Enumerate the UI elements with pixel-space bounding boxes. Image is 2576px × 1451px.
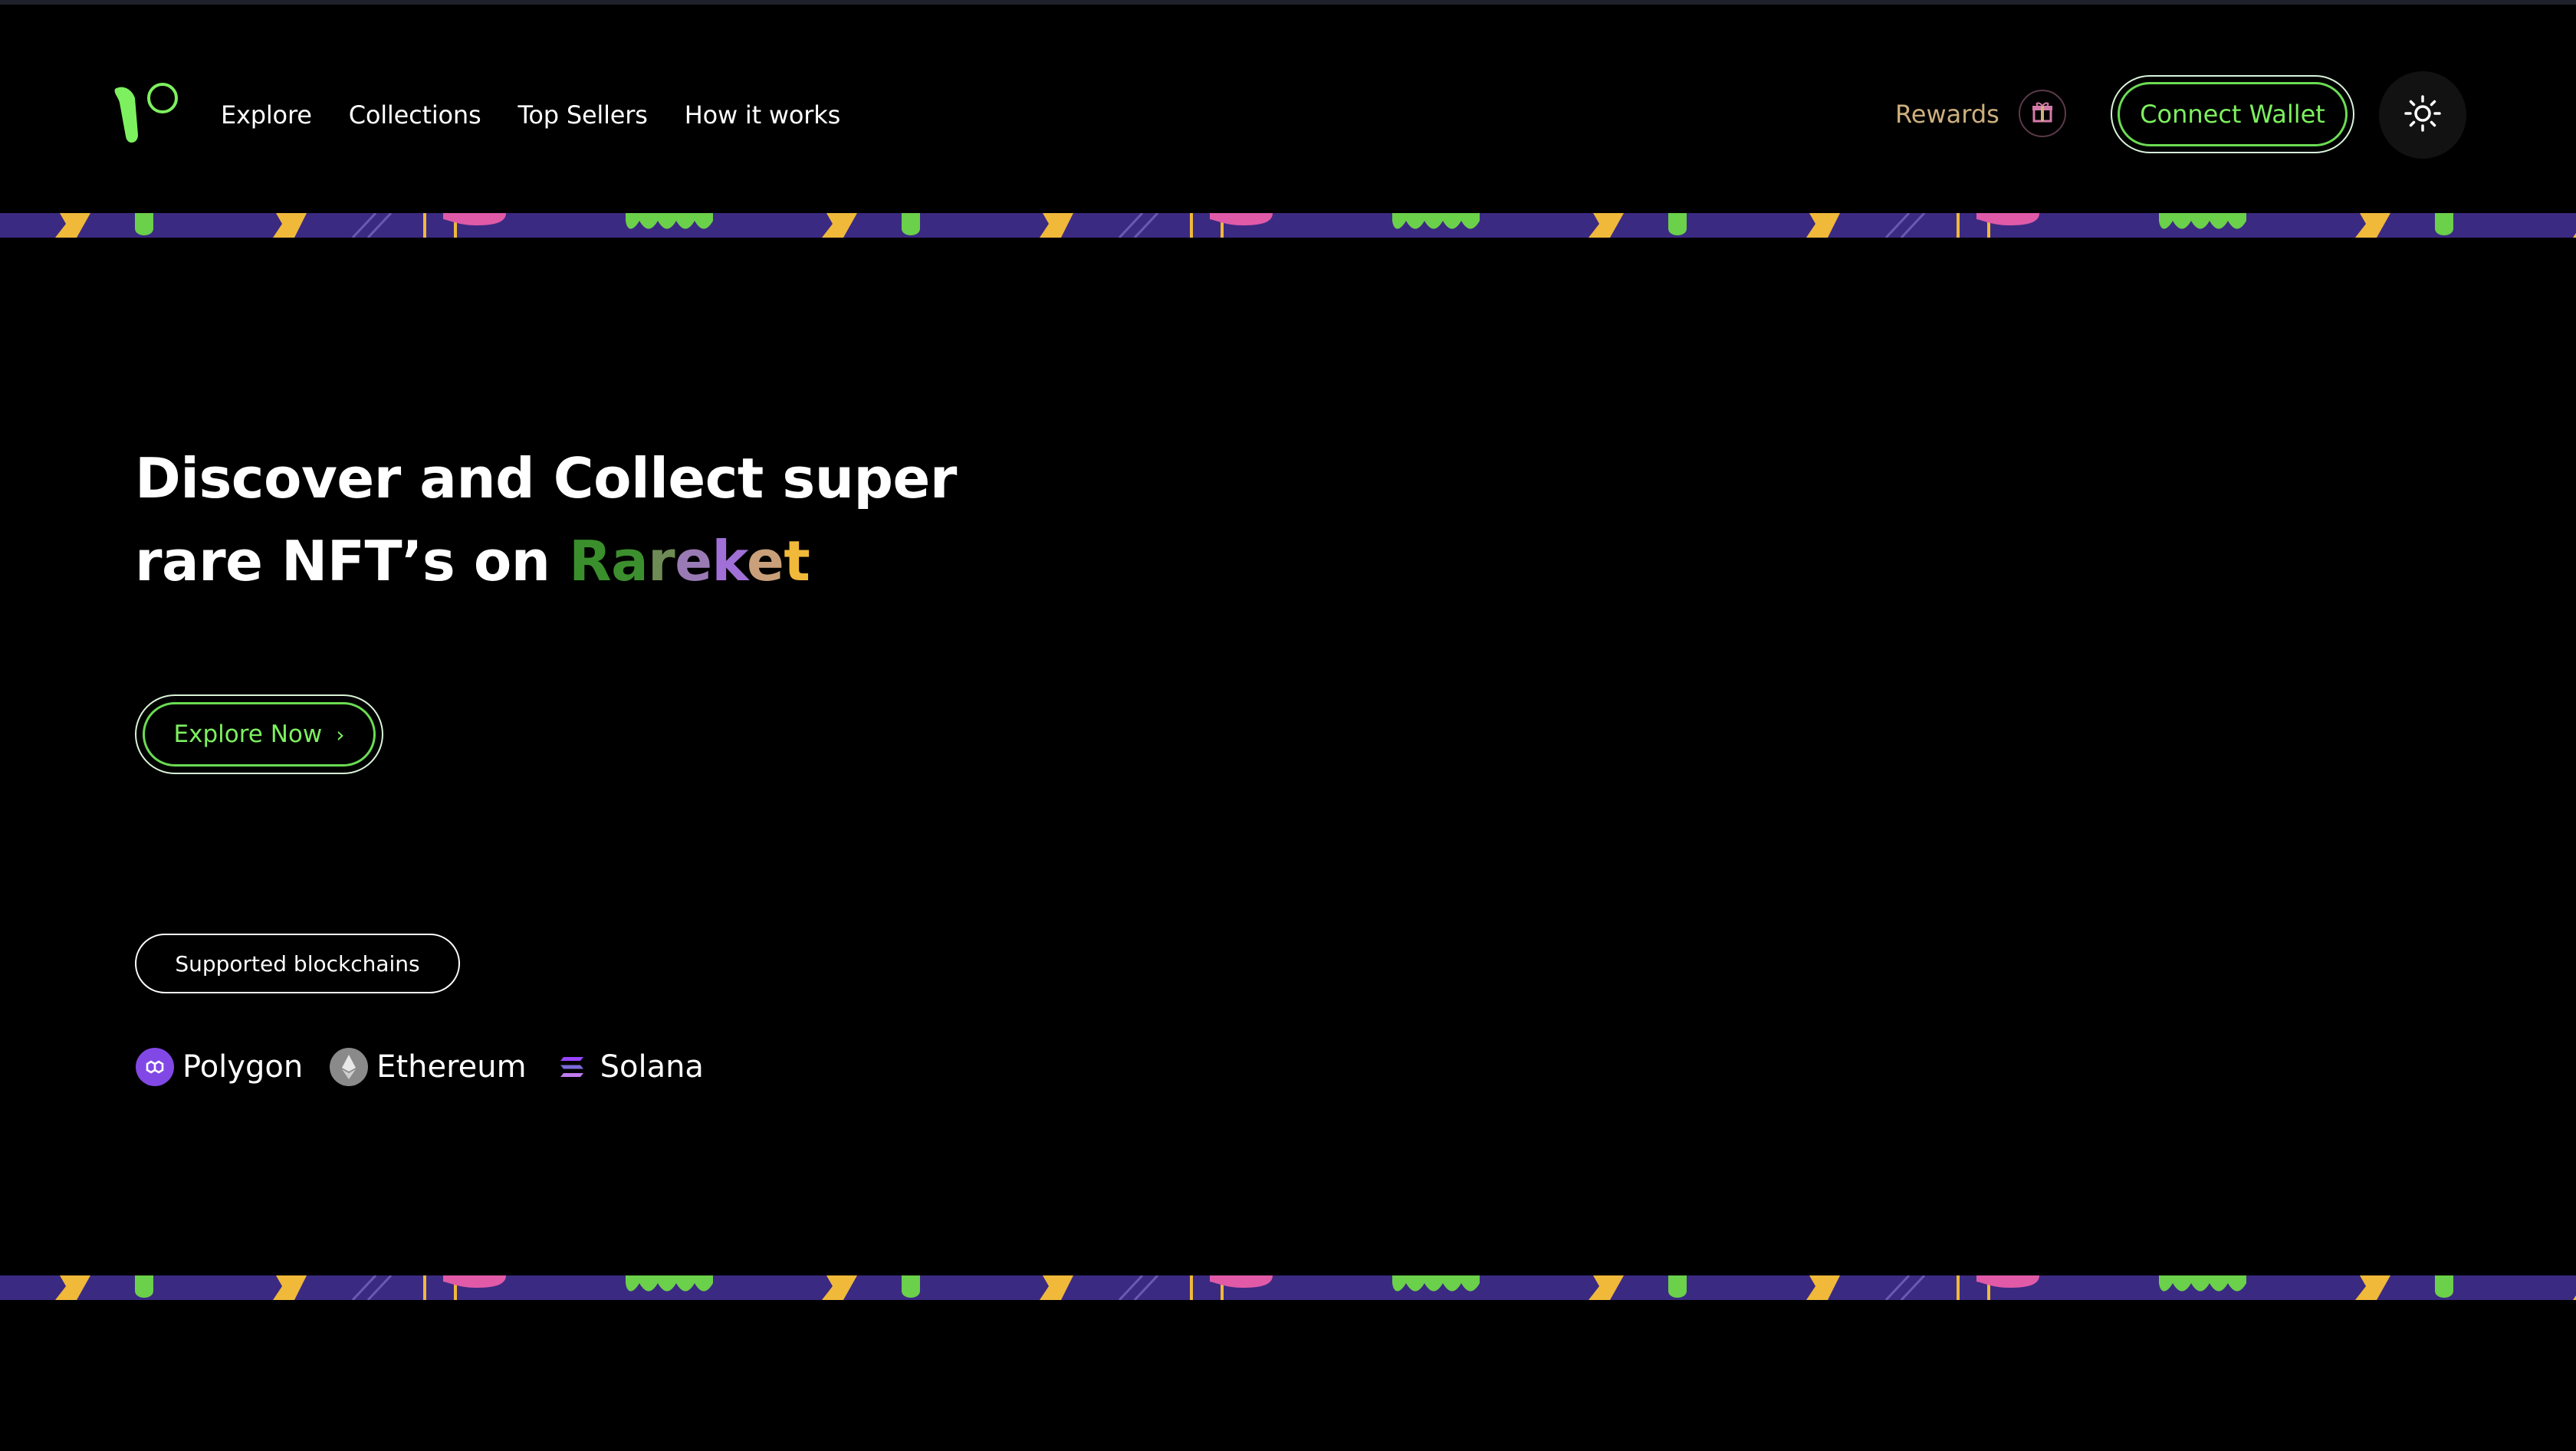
brand-letter: e: [675, 529, 712, 593]
main-nav: Explore Collections Top Sellers How it w…: [221, 98, 840, 132]
chain-solana: Solana: [553, 1047, 704, 1087]
blockchain-list: Polygon Ethereum Solana: [135, 1046, 704, 1088]
site-header: Explore Collections Top Sellers How it w…: [0, 5, 2576, 213]
hero-title-line2-prefix: rare NFT’s on: [135, 529, 570, 593]
solana-icon: [553, 1047, 593, 1087]
sun-icon: [2403, 94, 2443, 136]
explore-now-button[interactable]: Explore Now ›: [135, 694, 383, 774]
chain-solana-label: Solana: [600, 1049, 704, 1085]
supported-blockchains-badge: Supported blockchains: [135, 934, 460, 993]
chain-ethereum: Ethereum: [329, 1047, 527, 1087]
decorative-pattern-stripe-bottom: [0, 1275, 2576, 1300]
rewards-link[interactable]: Rewards: [1895, 100, 1999, 129]
chain-polygon-label: Polygon: [182, 1049, 304, 1085]
chevron-right-icon: ›: [336, 721, 345, 747]
polygon-icon: [135, 1047, 175, 1087]
hero-title: Discover and Collect super rare NFT’s on…: [135, 437, 1055, 602]
explore-now-inner: Explore Now ›: [143, 702, 376, 767]
connect-wallet-label: Connect Wallet: [2118, 82, 2348, 146]
nav-collections[interactable]: Collections: [349, 100, 481, 130]
decorative-pattern-stripe-top: [0, 213, 2576, 238]
brand-letter: e: [746, 529, 784, 593]
rewards-gift-button[interactable]: [2019, 90, 2066, 137]
explore-now-label: Explore Now: [173, 721, 323, 748]
brand-name: Rareket: [569, 529, 810, 593]
chain-polygon: Polygon: [135, 1047, 303, 1087]
chain-ethereum-label: Ethereum: [376, 1049, 527, 1085]
brand-letter: k: [711, 529, 748, 593]
nav-how-it-works[interactable]: How it works: [685, 100, 841, 130]
connect-wallet-button[interactable]: Connect Wallet: [2111, 75, 2354, 153]
rareket-logo-icon[interactable]: [112, 81, 181, 150]
brand-letter: r: [648, 529, 675, 593]
nav-top-sellers[interactable]: Top Sellers: [518, 100, 647, 130]
brand-letter: R: [569, 529, 612, 593]
brand-letter: t: [784, 529, 810, 593]
brand-letter: a: [611, 529, 649, 593]
nav-explore[interactable]: Explore: [221, 100, 312, 130]
theme-toggle-button[interactable]: [2379, 71, 2466, 159]
gift-icon: [2031, 100, 2054, 126]
hero-title-line1: Discover and Collect super: [135, 446, 957, 510]
ethereum-icon: [329, 1047, 369, 1087]
